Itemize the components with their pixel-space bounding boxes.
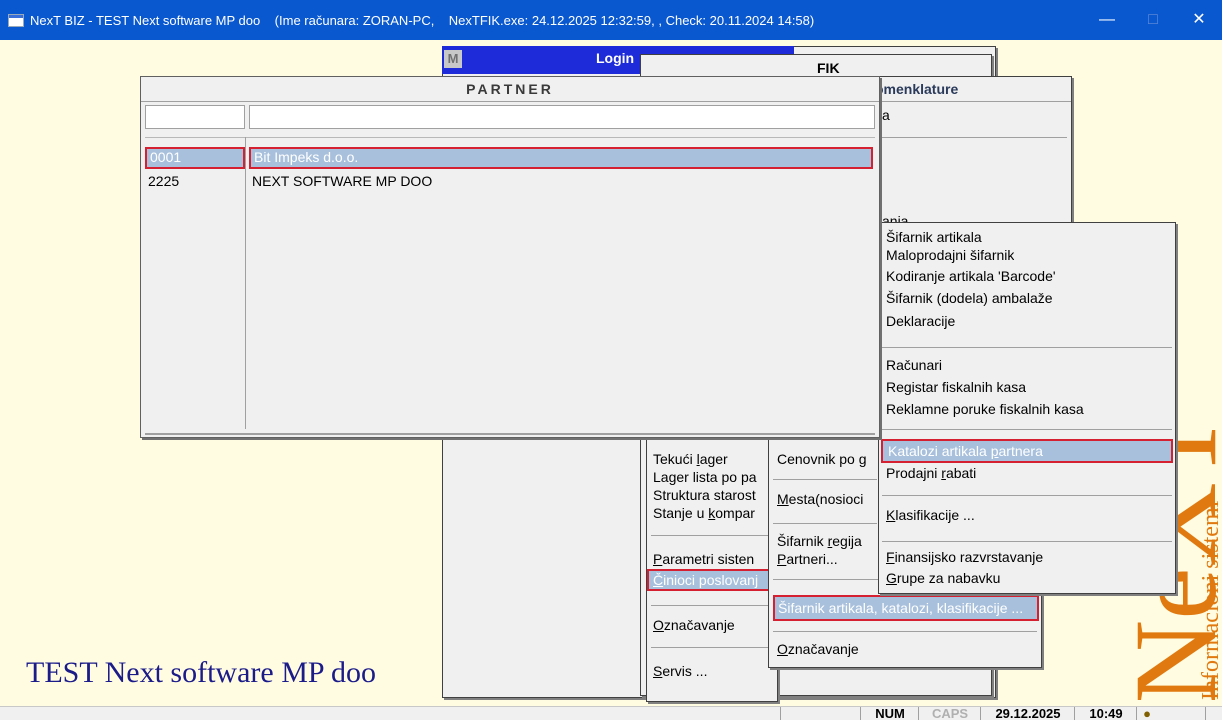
status-tray-icon: ● [1136,707,1157,720]
partner-row-name[interactable]: Bit Impeks d.o.o. [249,147,873,169]
status-time: 10:49 [1074,707,1137,720]
menu-item-parametri-sistema[interactable]: Parametri sisten [653,551,773,567]
menu-item-oznacavanje-2[interactable]: Označavanje [777,641,937,657]
status-date: 29.12.2025 [980,707,1075,720]
menu-item-servis[interactable]: Servis ... [653,663,773,679]
status-cell-empty [780,707,861,720]
menu-item-stanje-u-komparaciji[interactable]: Stanje u kompar [653,505,773,521]
menu-item-grupe-za-nabavku[interactable]: Grupe za nabavku [886,570,1000,586]
menu-item-cinioci-poslovanja[interactable]: Činioci poslovanj [647,569,777,591]
menu-item-sifarnik-artikala-katalozi[interactable]: Šifarnik artikala, katalozi, klasifikaci… [773,595,1039,621]
menu-item-deklaracije[interactable]: Deklaracije [886,313,955,329]
close-button[interactable]: ✕ [1176,0,1222,40]
menu-item-katalozi-artikala-partnera[interactable]: Katalozi artikala partnera [881,439,1173,463]
menu-item-klasifikacije[interactable]: Klasifikacije ... [886,507,975,523]
maximize-button[interactable]: □ [1130,0,1176,40]
articles-submenu-panel: Šifarnik artikala Maloprodajni šifarnik … [878,222,1176,594]
menu-item-maloprodajni-sifarnik[interactable]: Maloprodajni šifarnik [886,247,1014,263]
status-bar: NUM CAPS 29.12.2025 10:49 ● [0,706,1222,720]
login-title: Login [596,50,635,66]
partner-code-filter[interactable] [145,105,245,129]
menu-item-tekuci-lager[interactable]: Tekući lager [653,451,773,467]
partner-name-filter[interactable] [249,105,875,129]
menu-item-prodajni-rabati[interactable]: Prodajni rabati [886,465,976,481]
partner-row-name[interactable]: NEXT SOFTWARE MP DOO [249,173,873,193]
window-title: NexT BIZ - TEST Next software MP doo (Im… [30,12,815,28]
menu-item-mesta-nosioci[interactable]: Mesta(nosioci [777,491,881,507]
fik-title: FIK [817,60,840,76]
logo-subtitle: Informacioni sistemi [1198,500,1222,700]
minimize-button[interactable]: — [1084,0,1130,40]
company-name: TEST Next software MP doo [26,656,376,689]
partner-row-code[interactable]: 0001 [145,147,245,169]
menu-item-sifarnik-regija[interactable]: Šifarnik regija [777,533,881,549]
app-window-icon[interactable] [8,13,24,27]
resize-grip[interactable] [1205,707,1222,720]
main-menu-panel: Tekući lager Lager lista po pa Struktura… [646,438,778,702]
partner-dialog: PARTNER 0001 Bit Impeks d.o.o. 2225 NEXT… [140,76,880,438]
menu-item-reklamne-poruke[interactable]: Reklamne poruke fiskalnih kasa [886,401,1084,417]
menu-item-kodiranje-barcode[interactable]: Kodiranje artikala 'Barcode' [886,268,1056,284]
caps-lock-indicator: CAPS [918,707,981,720]
partner-row-code[interactable]: 2225 [145,173,245,193]
menu-item-sifarnik-ambalaze[interactable]: Šifarnik (dodela) ambalaže [886,290,1053,306]
title-bar: NexT BIZ - TEST Next software MP doo (Im… [0,0,1222,40]
menu-item-registar-fiskalnih-kasa[interactable]: Registar fiskalnih kasa [886,379,1026,395]
menu-item-finansijsko-razvrstavanje[interactable]: Finansijsko razvrstavanje [886,549,1043,565]
num-lock-indicator: NUM [860,707,919,720]
menu-item-cenovnik[interactable]: Cenovnik po g [777,451,881,467]
menu-item-partneri[interactable]: Partneri... [777,551,881,567]
menu-item-lager-lista[interactable]: Lager lista po pa [653,469,773,485]
menu-item-sifarnik-artikala[interactable]: Šifarnik artikala [886,229,982,245]
nomenklature-title: omenklature [875,81,959,97]
menu-item-racunari[interactable]: Računari [886,357,942,373]
login-menu-icon[interactable]: M [444,50,462,68]
partner-title: PARTNER [141,77,879,102]
menu-item-struktura-starosti[interactable]: Struktura starost [653,487,773,503]
menu-item-oznacavanje[interactable]: Označavanje [653,617,773,633]
